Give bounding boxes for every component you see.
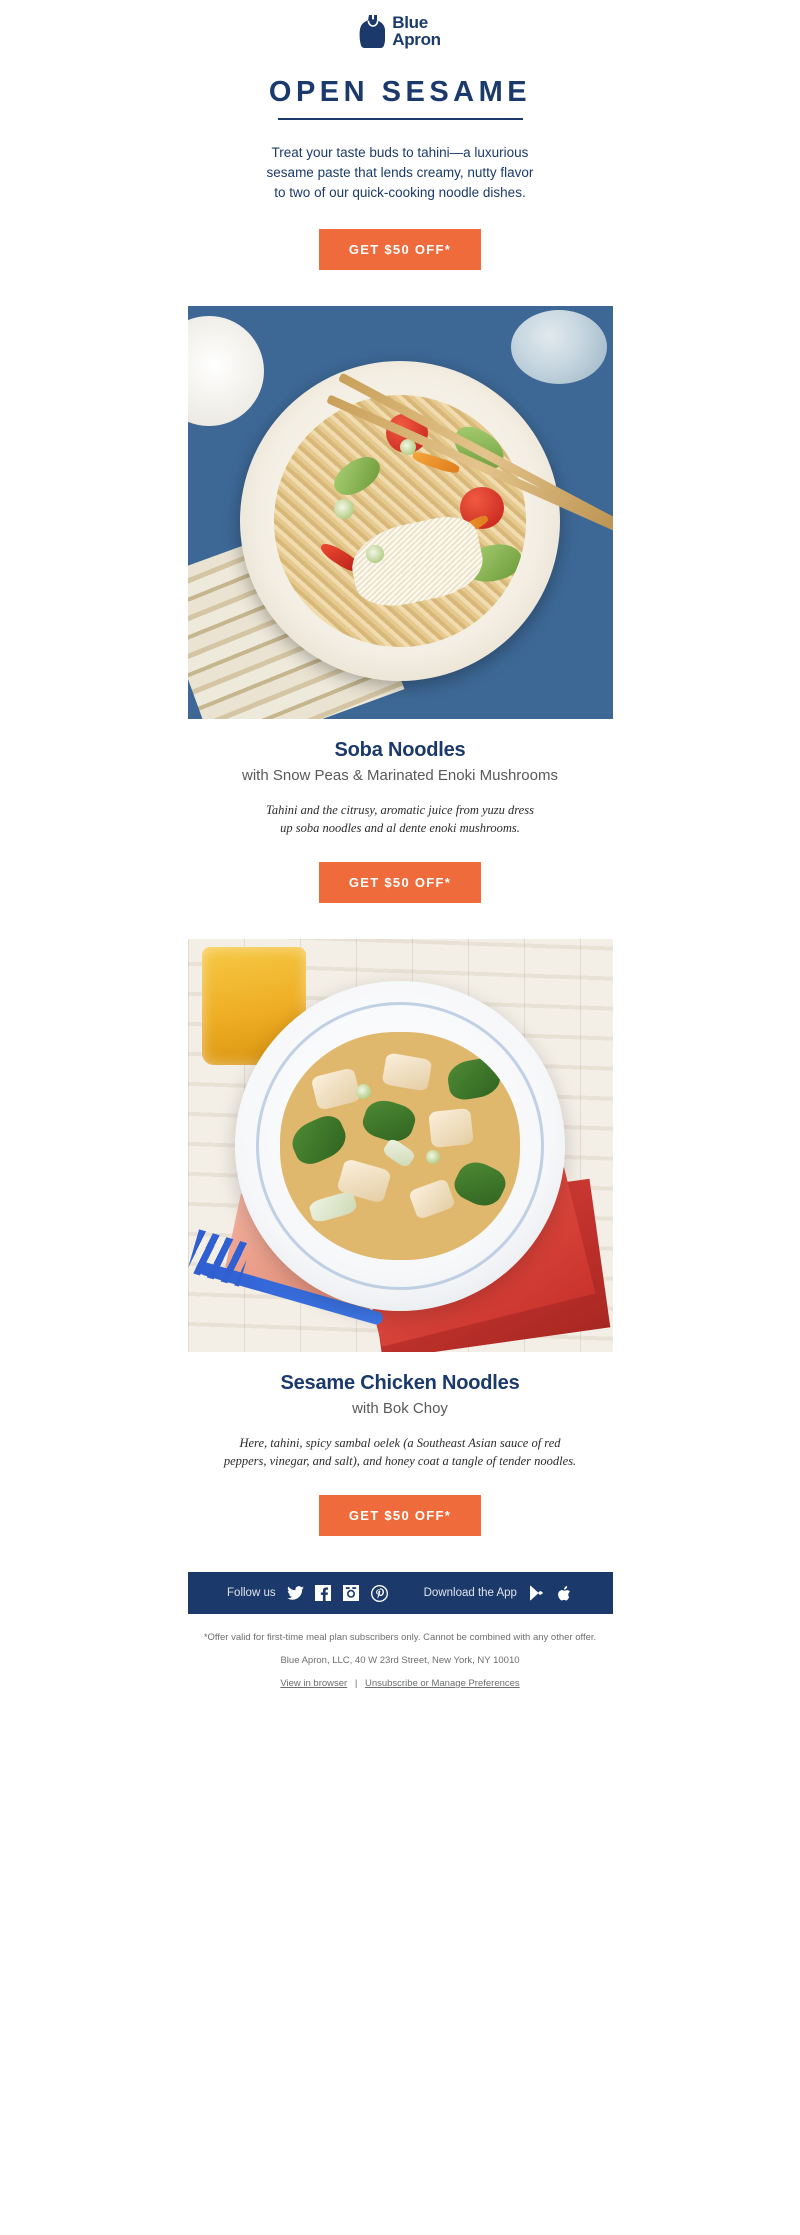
bok-choy-leaf [449,1155,511,1212]
chicken-piece [310,1066,362,1111]
enoki-mushrooms [345,510,489,614]
download-app-label: Download the App [423,1587,517,1599]
footer-social-bar: Follow us Download the App [187,1572,613,1614]
snow-pea [328,448,386,504]
bok-choy-stem [381,1136,417,1169]
chicken-piece [428,1107,474,1148]
brand-logo[interactable]: Blue Apron [0,0,800,58]
legal-footer: *Offer valid for first-time meal plan su… [0,1614,800,1700]
brand-name-line1: Blue [392,13,428,32]
instagram-icon[interactable] [343,1585,360,1602]
brand-name-line2: Apron [392,30,441,49]
recipe-2-cta-container: GET $50 OFF* [0,1495,800,1536]
bok-choy-leaf [286,1110,352,1169]
sesame-chicken-noodles-photo [187,939,613,1352]
follow-us-label: Follow us [227,1587,276,1599]
view-in-browser-link[interactable]: View in browser [280,1678,347,1689]
unsubscribe-link[interactable]: Unsubscribe or Manage Preferences [365,1678,520,1689]
google-play-icon[interactable] [528,1585,545,1602]
intro-copy: Treat your taste buds to tahini—a luxuri… [0,120,800,203]
bok-choy-leaf [445,1055,503,1102]
soba-noodles-photo [187,306,613,719]
scallion-slice [366,544,384,563]
link-separator: | [354,1678,358,1689]
recipe-title-2: Sesame Chicken Noodles [280,1372,520,1394]
recipe-description-1: Tahini and the citrusy, aromatic juice f… [220,784,580,837]
recipe-subtitle-2: with Bok Choy [352,1400,448,1417]
recipe-title-1: Soba Noodles [334,739,466,761]
scallion-slice [426,1149,440,1164]
offer-disclaimer: *Offer valid for first-time meal plan su… [203,1632,597,1643]
page-title: OPEN SESAME [268,76,532,108]
get-offer-button-hero[interactable]: GET $50 OFF* [318,229,482,270]
company-address: Blue Apron, LLC, 40 W 23rd Street, New Y… [280,1655,520,1666]
brand-wordmark: Blue Apron [392,14,441,48]
intro-line-3: to two of our quick-cooking noodle dishe… [274,185,526,200]
chicken-piece [408,1177,456,1220]
recipe-desc-1-line-2: up soba noodles and al dente enoki mushr… [280,821,520,835]
get-offer-button-recipe-1[interactable]: GET $50 OFF* [318,862,482,903]
email-body: Blue Apron OPEN SESAME Treat your taste … [0,0,800,1726]
bok-choy-leaf [359,1094,419,1147]
chicken-piece [381,1051,433,1092]
twitter-icon[interactable] [286,1585,304,1602]
scallion-slice [356,1083,371,1099]
hero-cta-container: GET $50 OFF* [0,229,800,270]
recipe-desc-2-line-1: Here, tahini, spicy sambal oelek (a Sout… [239,1436,561,1450]
apron-icon [359,15,386,48]
sesame-noodles-mound [280,1031,520,1260]
scallion-slice [334,498,354,519]
bok-choy-stem [307,1189,359,1224]
recipe-description-2: Here, tahini, spicy sambal oelek (a Sout… [220,1417,580,1470]
recipe-desc-1-line-1: Tahini and the citrusy, aromatic juice f… [266,803,534,817]
bottom-spacer [0,1700,800,1726]
intro-line-1: Treat your taste buds to tahini—a luxuri… [271,145,529,160]
apple-app-store-icon[interactable] [556,1585,573,1602]
facebook-icon[interactable] [315,1585,332,1602]
pinterest-icon[interactable] [370,1584,388,1602]
intro-line-2: sesame paste that lends creamy, nutty fl… [266,165,534,180]
recipe-subtitle-1: with Snow Peas & Marinated Enoki Mushroo… [242,767,558,784]
get-offer-button-recipe-2[interactable]: GET $50 OFF* [318,1495,482,1536]
drinking-glass [510,310,607,384]
recipe-desc-2-line-2: peppers, vinegar, and salt), and honey c… [223,1454,577,1468]
footer-links: View in browser | Unsubscribe or Manage … [0,1677,800,1700]
recipe-1-cta-container: GET $50 OFF* [0,862,800,903]
